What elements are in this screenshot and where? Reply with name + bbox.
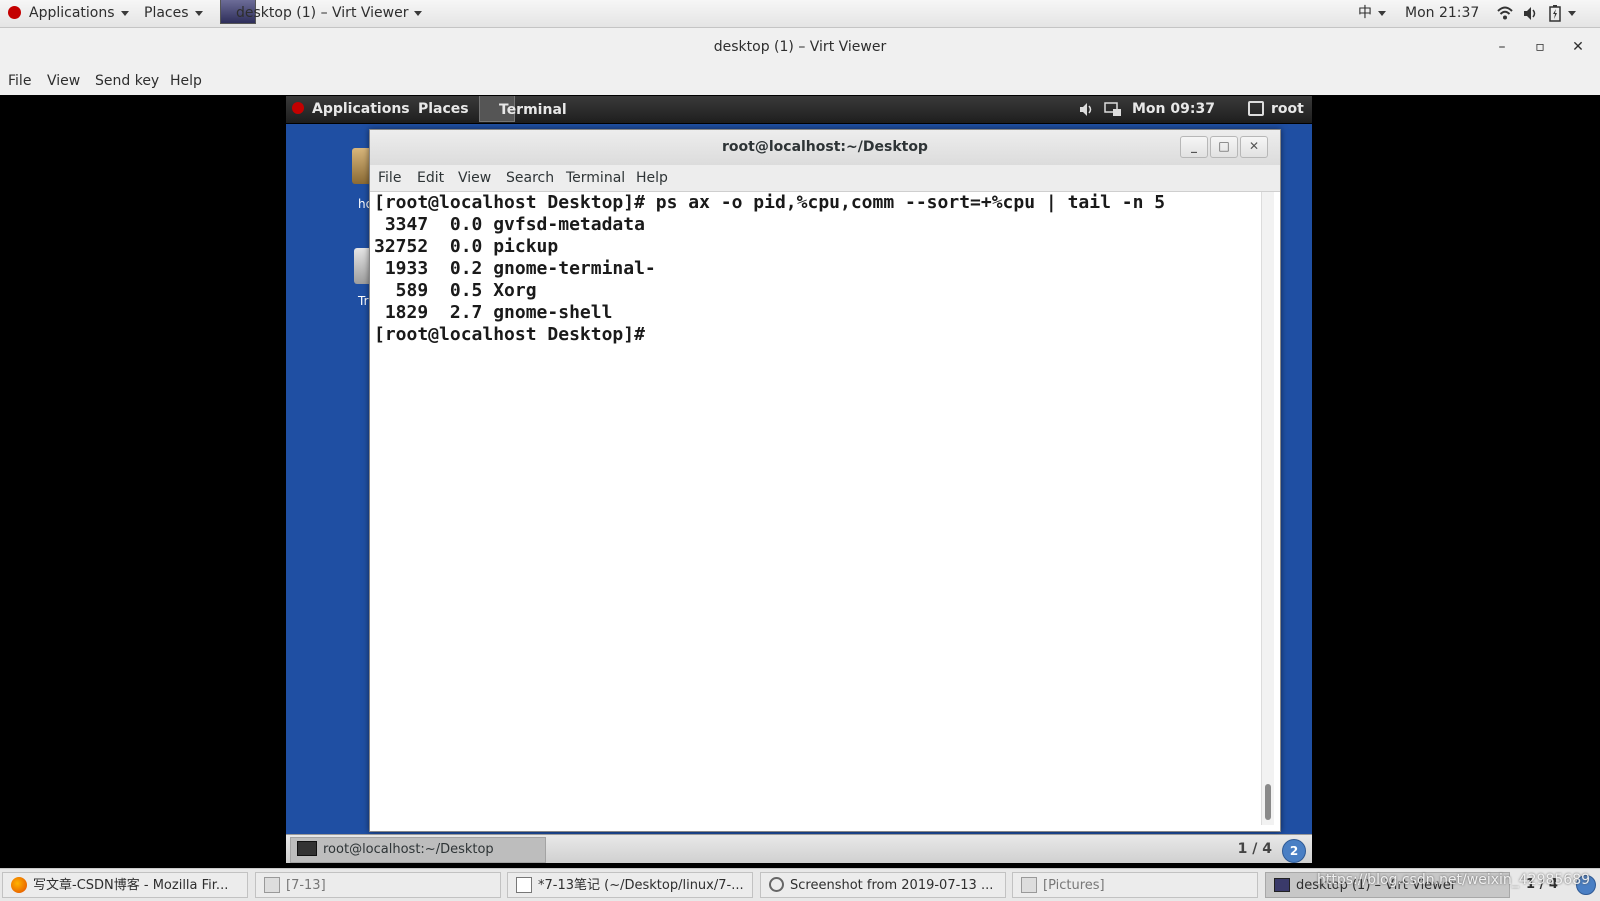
- viewer-titlebar: desktop (1) – Virt Viewer – ▫ ✕: [0, 28, 1600, 67]
- terminal-line: 589 0.5 Xorg: [374, 280, 537, 301]
- firefox-icon: [11, 876, 27, 893]
- terminal-line: [root@localhost Desktop]# ps ax -o pid,%…: [374, 192, 1166, 213]
- wifi-icon[interactable]: [1497, 0, 1513, 27]
- chevron-down-icon: [194, 10, 203, 16]
- terminal-menu-help[interactable]: Help: [636, 165, 668, 191]
- host-active-window-menu[interactable]: desktop (1) – Virt Viewer: [220, 0, 423, 27]
- guest-active-app-label: Terminal: [499, 101, 567, 118]
- chevron-down-icon: [1378, 10, 1386, 16]
- text-editor-icon: [516, 876, 532, 893]
- host-task-firefox[interactable]: 写文章-CSDN博客 - Mozilla Fir...: [2, 872, 248, 898]
- redhat-icon: [292, 102, 304, 114]
- guest-desktop[interactable]: Applications Places Terminal Mon 09:37 r…: [286, 96, 1312, 863]
- network-icon[interactable]: [1104, 96, 1122, 123]
- host-task-screenshot[interactable]: Screenshot from 2019-07-13 ...: [760, 872, 1006, 898]
- guest-applications-menu[interactable]: Applications: [292, 96, 410, 123]
- guest-taskbar-item-terminal[interactable]: root@localhost:~/Desktop: [290, 837, 546, 863]
- guest-top-panel: Applications Places Terminal Mon 09:37 r…: [286, 96, 1312, 124]
- virt-viewer-icon: [1274, 877, 1290, 892]
- chevron-down-icon: [120, 10, 129, 16]
- guest-task-label: root@localhost:~/Desktop: [323, 842, 494, 857]
- host-top-panel: Applications Places desktop (1) – Virt V…: [0, 0, 1600, 28]
- terminal-menu-edit[interactable]: Edit: [417, 165, 444, 191]
- terminal-prompt: [root@localhost Desktop]#: [374, 324, 656, 345]
- chevron-down-icon: [414, 10, 423, 16]
- viewer-menu-file[interactable]: File: [8, 67, 31, 95]
- input-method-indicator[interactable]: 中: [1358, 0, 1386, 27]
- host-task-pictures[interactable]: [Pictures]: [1012, 872, 1258, 898]
- host-places-label: Places: [144, 5, 189, 21]
- terminal-menu-terminal[interactable]: Terminal: [566, 165, 625, 191]
- viewer-menu-send-key[interactable]: Send key: [95, 67, 159, 95]
- viewer-menubar: File View Send key Help: [0, 67, 1600, 95]
- notification-badge[interactable]: 2: [1282, 839, 1306, 863]
- guest-bottom-panel: root@localhost:~/Desktop 1 / 4 2: [286, 834, 1312, 863]
- trash-label: Tr: [358, 294, 369, 308]
- terminal-window: root@localhost:~/Desktop _ □ ✕ File Edit…: [369, 129, 1281, 832]
- window-icon: [264, 876, 280, 893]
- host-task-label: [Pictures]: [1043, 878, 1105, 893]
- viewer-title: desktop (1) – Virt Viewer: [713, 39, 887, 55]
- maximize-icon[interactable]: ▫: [1528, 28, 1552, 67]
- terminal-output[interactable]: [root@localhost Desktop]# ps ax -o pid,%…: [374, 192, 1259, 826]
- close-icon[interactable]: ✕: [1566, 28, 1590, 67]
- terminal-menu-view[interactable]: View: [458, 165, 491, 191]
- terminal-icon: [297, 841, 317, 856]
- minimize-icon[interactable]: _: [1180, 136, 1208, 158]
- user-icon: [1248, 100, 1264, 116]
- volume-icon[interactable]: [1522, 0, 1538, 27]
- terminal-line: 32752 0.0 pickup: [374, 236, 559, 257]
- terminal-line: 3347 0.0 gvfsd-metadata: [374, 214, 645, 235]
- scrollbar-thumb[interactable]: [1265, 784, 1271, 820]
- redhat-icon: [8, 5, 21, 19]
- input-method-label: 中: [1358, 5, 1372, 21]
- host-clock[interactable]: Mon 21:37: [1405, 0, 1479, 27]
- host-task-label: [7-13]: [286, 878, 326, 893]
- terminal-scrollbar[interactable]: [1261, 192, 1274, 825]
- host-task-text-editor[interactable]: *7-13笔记 (~/Desktop/linux/7-...: [507, 872, 753, 898]
- host-applications-label: Applications: [29, 5, 115, 21]
- chevron-down-icon[interactable]: [1568, 0, 1576, 27]
- maximize-icon[interactable]: □: [1210, 136, 1238, 158]
- volume-icon[interactable]: [1078, 96, 1096, 123]
- guest-user-label: root: [1271, 101, 1304, 117]
- watermark: https://blog.csdn.net/weixin_42985689: [1317, 872, 1591, 888]
- terminal-line: 1829 2.7 gnome-shell: [374, 302, 613, 323]
- host-task-label: *7-13笔记 (~/Desktop/linux/7-...: [538, 878, 744, 893]
- image-viewer-icon: [769, 877, 784, 892]
- close-icon[interactable]: ✕: [1240, 136, 1268, 158]
- host-task-label: Screenshot from 2019-07-13 ...: [790, 878, 994, 893]
- host-task-7-13[interactable]: [7-13]: [255, 872, 501, 898]
- minimize-icon[interactable]: –: [1490, 28, 1514, 67]
- guest-user-menu[interactable]: root: [1248, 96, 1304, 123]
- host-places-menu[interactable]: Places: [144, 0, 203, 27]
- terminal-titlebar[interactable]: root@localhost:~/Desktop _ □ ✕: [370, 130, 1280, 165]
- guest-active-app-menu[interactable]: Terminal: [479, 96, 567, 123]
- workspace-indicator[interactable]: 1 / 4: [1238, 835, 1272, 863]
- host-applications-menu[interactable]: Applications: [8, 0, 129, 27]
- guest-places-menu[interactable]: Places: [418, 96, 469, 123]
- terminal-line: 1933 0.2 gnome-terminal-: [374, 258, 656, 279]
- terminal-menu-file[interactable]: File: [378, 165, 401, 191]
- terminal-menu-search[interactable]: Search: [506, 165, 554, 191]
- host-active-window-label: desktop (1) – Virt Viewer: [236, 5, 409, 21]
- guest-applications-label: Applications: [312, 101, 410, 117]
- window-icon: [1021, 876, 1037, 893]
- viewer-menu-view[interactable]: View: [47, 67, 80, 95]
- viewer-menu-help[interactable]: Help: [170, 67, 202, 95]
- guest-clock[interactable]: Mon 09:37: [1132, 96, 1215, 123]
- terminal-title: root@localhost:~/Desktop: [722, 139, 928, 155]
- battery-icon[interactable]: [1548, 0, 1562, 27]
- host-task-label: 写文章-CSDN博客 - Mozilla Fir...: [33, 878, 229, 893]
- terminal-menubar: File Edit View Search Terminal Help: [370, 165, 1280, 192]
